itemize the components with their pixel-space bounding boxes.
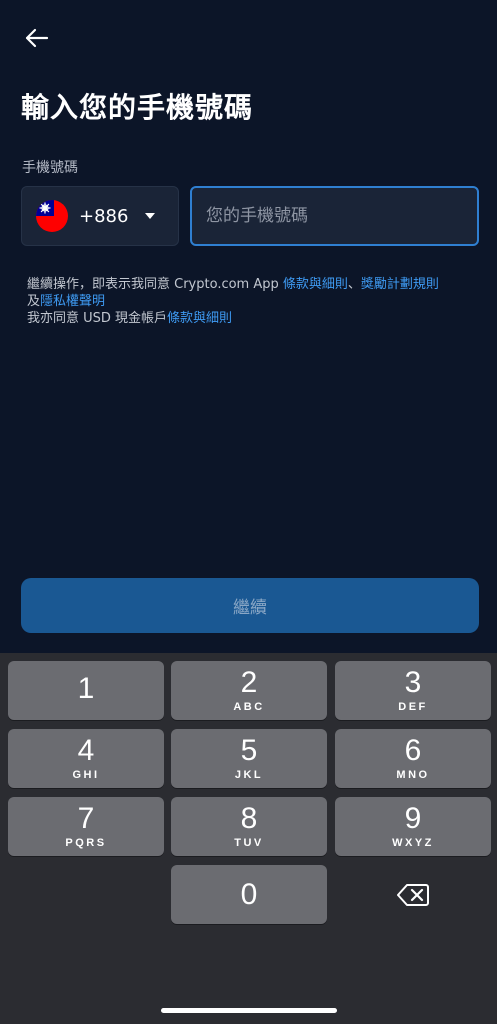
taiwan-flag-icon <box>36 200 68 232</box>
rewards-rules-link[interactable]: 獎勵計劃規則 <box>361 277 439 292</box>
terms-text: 繼續操作，即表示我同意 Crypto.com App 條款與細則、獎勵計劃規則 … <box>27 276 477 327</box>
key-digit: 7 <box>77 802 95 835</box>
key-letters: WXYZ <box>392 837 434 849</box>
terms-line-3-text: 我亦同意 USD 現金帳戶 <box>27 311 168 326</box>
key-letters: JKL <box>234 769 264 781</box>
key-letters: DEF <box>398 701 428 713</box>
key-2[interactable]: 2 ABC <box>171 661 327 720</box>
key-7[interactable]: 7 PQRS <box>8 797 164 856</box>
key-letters: ABC <box>233 701 265 713</box>
key-digit: 6 <box>404 734 422 767</box>
country-code-selector[interactable]: +886 <box>21 186 179 246</box>
phone-number-input[interactable] <box>190 186 479 246</box>
terms-line-2-prefix: 及 <box>27 294 41 309</box>
key-6[interactable]: 6 MNO <box>335 729 491 788</box>
key-letters: GHI <box>72 769 100 781</box>
back-button[interactable] <box>22 26 50 50</box>
terms-line-3: 我亦同意 USD 現金帳戶條款與細則 <box>27 310 477 327</box>
key-digit: 4 <box>77 734 95 767</box>
caret-down-icon <box>145 213 156 219</box>
terms-separator: 、 <box>347 277 361 292</box>
phone-number-label: 手機號碼 <box>22 160 78 176</box>
key-digit: 2 <box>240 666 258 699</box>
key-5[interactable]: 5 JKL <box>171 729 327 788</box>
arrow-left-icon <box>25 28 49 48</box>
key-digit: 1 <box>77 672 95 705</box>
key-9[interactable]: 9 WXYZ <box>335 797 491 856</box>
key-digit: 9 <box>404 802 422 835</box>
continue-button[interactable]: 繼續 <box>21 578 479 633</box>
terms-link[interactable]: 條款與細則 <box>283 277 348 292</box>
key-digit: 8 <box>240 802 258 835</box>
key-letters: MNO <box>396 769 430 781</box>
key-4[interactable]: 4 GHI <box>8 729 164 788</box>
key-digit: 3 <box>404 666 422 699</box>
usd-account-terms-link[interactable]: 條款與細則 <box>167 311 232 326</box>
privacy-policy-link[interactable]: 隱私權聲明 <box>40 294 105 309</box>
key-8[interactable]: 8 TUV <box>171 797 327 856</box>
page-title: 輸入您的手機號碼 <box>21 91 254 124</box>
key-letters: TUV <box>234 837 264 849</box>
country-code: +886 <box>79 205 129 227</box>
key-0[interactable]: 0 <box>171 865 327 924</box>
key-3[interactable]: 3 DEF <box>335 661 491 720</box>
key-digit: 0 <box>240 878 258 911</box>
terms-line-1: 繼續操作，即表示我同意 Crypto.com App 條款與細則、獎勵計劃規則 <box>27 276 477 293</box>
key-letters: PQRS <box>65 837 107 849</box>
home-indicator <box>161 1008 337 1013</box>
terms-line-1-text: 繼續操作，即表示我同意 Crypto.com App <box>27 277 283 292</box>
key-digit: 5 <box>240 734 258 767</box>
key-1[interactable]: 1 <box>8 661 164 720</box>
terms-line-2: 及隱私權聲明 <box>27 293 477 310</box>
delete-key[interactable] <box>335 865 491 924</box>
numeric-keyboard: 1 2 ABC 3 DEF 4 GHI 5 JKL 6 MNO 7 PQRS 8… <box>0 653 497 1024</box>
backspace-icon <box>397 883 429 906</box>
